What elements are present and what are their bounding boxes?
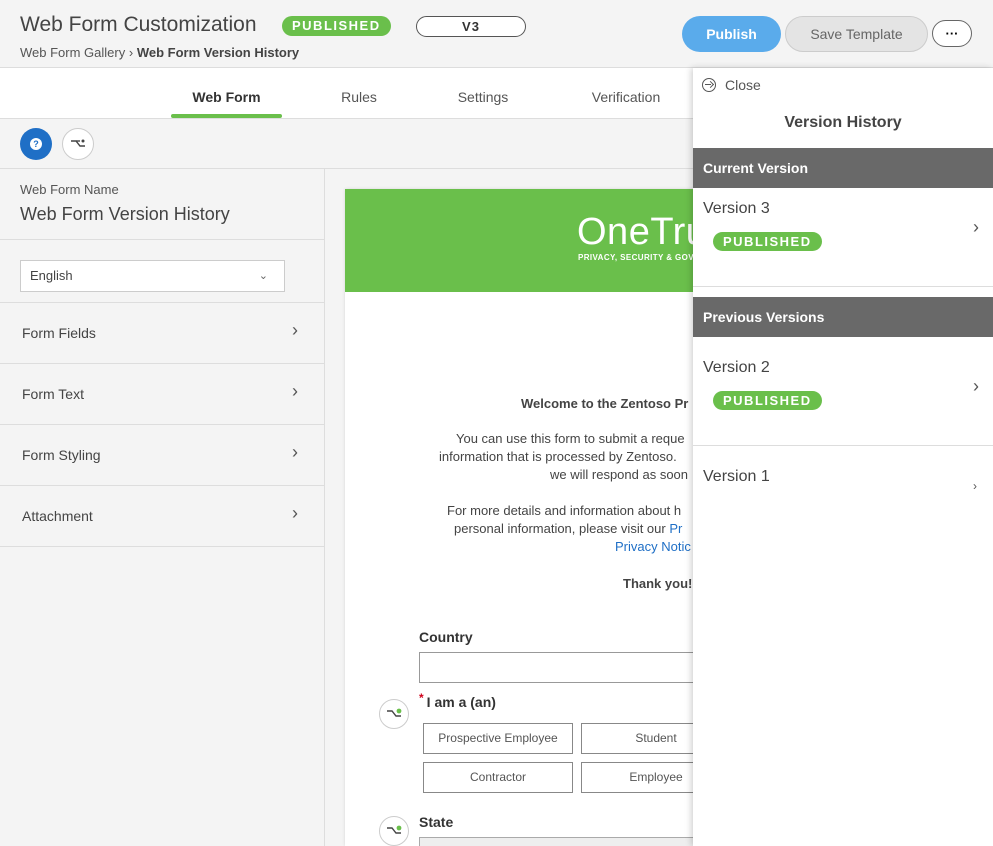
state-label: State: [419, 814, 454, 830]
privacy-link[interactable]: Pr: [669, 521, 682, 536]
chevron-right-icon: ›: [292, 381, 298, 401]
tab-settings[interactable]: Settings: [443, 68, 523, 118]
breadcrumb-separator: ›: [128, 45, 134, 60]
status-badge: PUBLISHED: [713, 391, 822, 410]
page-header: Web Form Customization PUBLISHED V3 Web …: [0, 0, 993, 68]
details-text: personal information, please visit our: [454, 521, 670, 536]
accordion-label: Form Fields: [22, 325, 96, 341]
current-version-header: Current Version: [693, 148, 993, 188]
accordion-attachment[interactable]: Attachment ›: [0, 486, 325, 547]
language-value: English: [30, 268, 73, 283]
state-input[interactable]: [419, 837, 739, 846]
intro-text-line: information that is processed by Zentoso…: [439, 449, 677, 464]
breadcrumb-parent-link[interactable]: Web Form Gallery: [20, 45, 125, 60]
close-label: Close: [725, 77, 761, 93]
version-row-3[interactable]: Version 3 PUBLISHED ›: [693, 188, 993, 287]
publish-button[interactable]: Publish: [682, 16, 781, 52]
breadcrumb: Web Form Gallery › Web Form Version Hist…: [20, 45, 299, 60]
country-label: Country: [419, 629, 473, 645]
brand-logo: OneTru: [577, 211, 708, 253]
chevron-right-icon: ›: [292, 320, 298, 340]
accordion-label: Form Styling: [22, 447, 101, 463]
tab-verification[interactable]: Verification: [580, 68, 672, 118]
iam-label-text: I am a (an): [426, 694, 496, 710]
privacy-notice-link[interactable]: Privacy Notic: [615, 539, 691, 554]
tab-rules[interactable]: Rules: [320, 68, 398, 118]
page-title: Web Form Customization: [20, 13, 257, 36]
drawer-title: Version History: [784, 114, 902, 131]
details-text-line: For more details and information about h: [447, 503, 682, 518]
accordion-label: Attachment: [22, 508, 93, 524]
chevron-right-icon: ›: [973, 479, 977, 493]
field-rule-button[interactable]: [379, 816, 409, 846]
brand-banner: OneTru PRIVACY, SECURITY & GOV: [345, 189, 745, 292]
welcome-heading: Welcome to the Zentoso Pr: [521, 396, 689, 411]
accordion-form-styling[interactable]: Form Styling ›: [0, 425, 325, 486]
chevron-right-icon: ›: [292, 442, 298, 462]
version-name: Version 2: [703, 359, 770, 376]
form-preview: OneTru PRIVACY, SECURITY & GOV Welcome t…: [345, 189, 745, 846]
accordion-label: Form Text: [22, 386, 84, 402]
divider: [0, 239, 325, 240]
breadcrumb-current: Web Form Version History: [136, 45, 300, 60]
left-panel: Web Form Name Web Form Version History E…: [0, 169, 325, 846]
tab-web-form[interactable]: Web Form: [171, 68, 282, 118]
version-history-drawer: Close Version History Current Version Ve…: [693, 68, 993, 846]
brand-tagline: PRIVACY, SECURITY & GOV: [578, 253, 695, 262]
status-badge: PUBLISHED: [713, 232, 822, 251]
iam-label: * I am a (an): [419, 691, 496, 710]
version-name: Version 3: [703, 200, 770, 217]
accordion-form-text[interactable]: Form Text ›: [0, 364, 325, 425]
form-name-value: Web Form Version History: [20, 204, 230, 224]
thank-you-text: Thank you!: [623, 576, 693, 591]
version-row-1[interactable]: Version 1 ›: [693, 446, 993, 506]
close-icon: [702, 78, 716, 92]
intro-text-line: You can use this form to submit a reque: [456, 431, 685, 446]
chevron-right-icon: ›: [973, 217, 979, 237]
branch-icon: [71, 139, 85, 147]
branch-icon: [387, 825, 402, 834]
branch-icon: [387, 708, 402, 717]
accordion-form-fields[interactable]: Form Fields ›: [0, 303, 325, 364]
save-template-button[interactable]: Save Template: [785, 16, 928, 52]
help-button[interactable]: ?: [20, 128, 52, 160]
chevron-down-icon: ⌄: [258, 270, 268, 282]
chevron-right-icon: ›: [292, 503, 298, 523]
required-mark: *: [419, 691, 424, 705]
details-text-line: personal information, please visit our P…: [454, 521, 682, 536]
option-contractor[interactable]: Contractor: [423, 762, 573, 793]
country-input[interactable]: [419, 652, 739, 683]
field-rule-button[interactable]: [379, 699, 409, 729]
chevron-right-icon: ›: [973, 376, 979, 396]
option-prospective-employee[interactable]: Prospective Employee: [423, 723, 573, 754]
intro-text-line: we will respond as soon: [550, 467, 689, 482]
version-row-2[interactable]: Version 2 PUBLISHED ›: [693, 337, 993, 446]
question-icon: ?: [30, 138, 42, 150]
previous-versions-header: Previous Versions: [693, 297, 993, 337]
more-options-button[interactable]: ···: [932, 20, 972, 47]
language-select[interactable]: English ⌄: [20, 260, 285, 292]
close-button[interactable]: Close: [702, 77, 761, 93]
logic-button[interactable]: [62, 128, 94, 160]
form-name-label: Web Form Name: [20, 182, 119, 197]
version-name: Version 1: [703, 468, 770, 485]
status-badge: PUBLISHED: [282, 16, 391, 36]
version-pill: V3: [416, 16, 526, 37]
